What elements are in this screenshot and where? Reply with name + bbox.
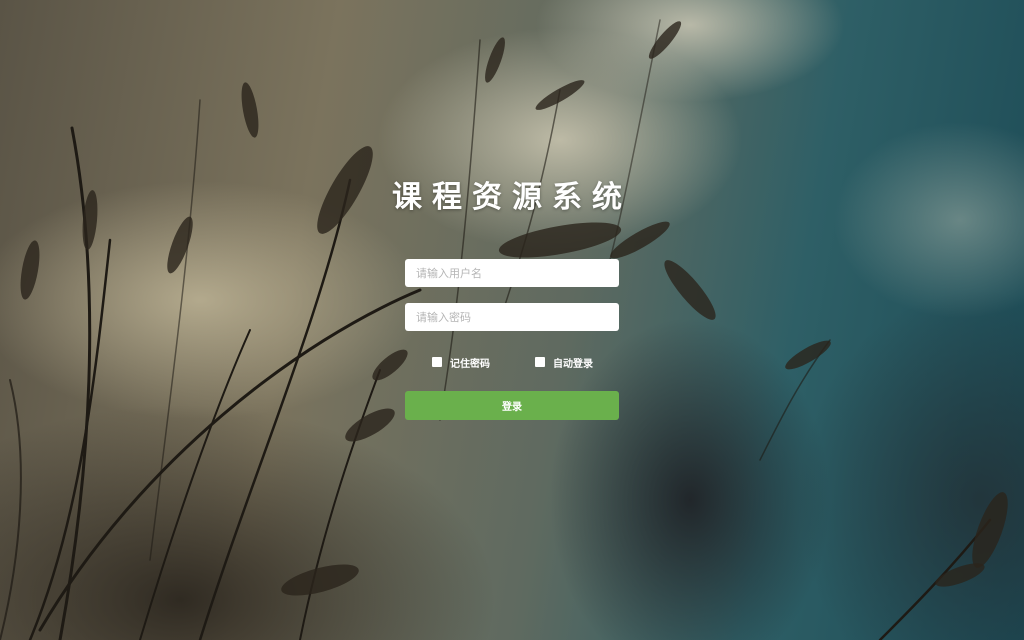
remember-password-label: 记住密码 xyxy=(450,358,490,370)
auto-login-checkbox[interactable]: 自动登录 xyxy=(535,354,593,370)
auto-login-label: 自动登录 xyxy=(553,358,593,370)
username-input[interactable] xyxy=(405,259,619,287)
remember-password-checkbox[interactable]: 记住密码 xyxy=(432,354,490,370)
page-title: 课程资源系统 xyxy=(392,180,632,215)
password-input[interactable] xyxy=(405,303,619,331)
auto-login-box[interactable] xyxy=(535,357,545,367)
login-button[interactable]: 登录 xyxy=(405,391,619,420)
remember-password-box[interactable] xyxy=(432,357,442,367)
